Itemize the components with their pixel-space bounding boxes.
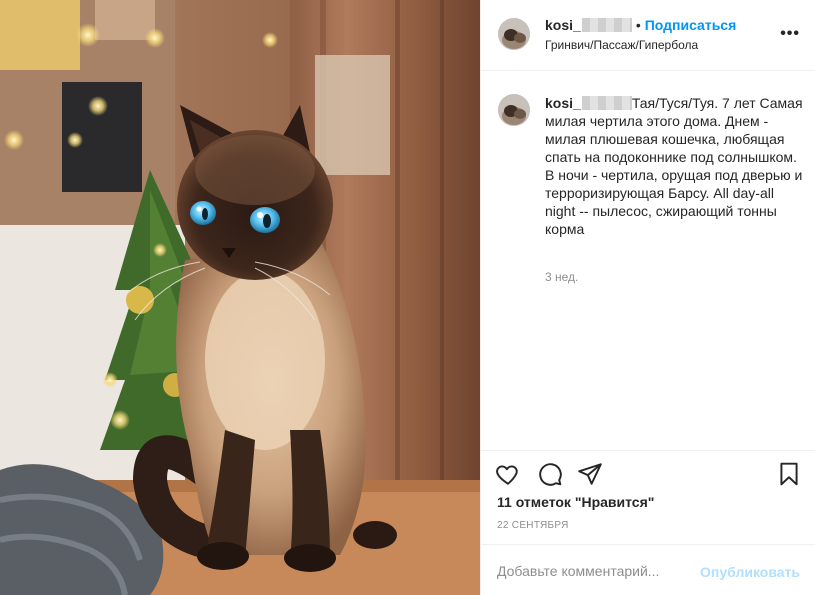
- post-actions-bar: [481, 450, 815, 494]
- likes-count[interactable]: 11 отметок "Нравится": [497, 494, 654, 510]
- post-date[interactable]: 22 сентября: [497, 520, 569, 531]
- add-comment-form: Опубликовать: [481, 544, 815, 595]
- follow-button[interactable]: Подписаться: [645, 17, 737, 33]
- author-avatar[interactable]: [498, 18, 530, 50]
- caption-author-avatar[interactable]: [498, 94, 530, 126]
- comment-icon[interactable]: [537, 461, 563, 487]
- post-side-panel: kosi_ • Подписаться Гринвич/Пассаж/Гипер…: [480, 0, 815, 595]
- caption-time[interactable]: 3 нед.: [545, 270, 578, 284]
- siamese-cat-photo: [0, 0, 480, 595]
- author-username[interactable]: kosi_: [545, 17, 581, 33]
- post-location[interactable]: Гринвич/Пассаж/Гипербола: [545, 38, 698, 52]
- cat-avatar-icon: [498, 18, 530, 50]
- more-horizontal-icon[interactable]: •••: [780, 26, 800, 42]
- caption-text: Тая/Туся/Туя. 7 лет Самая милая чертила …: [545, 95, 803, 237]
- redacted-username-part: [581, 96, 632, 110]
- redacted-username-part: [581, 18, 632, 32]
- publish-button[interactable]: Опубликовать: [700, 564, 800, 580]
- post-header: kosi_ • Подписаться Гринвич/Пассаж/Гипер…: [481, 0, 815, 71]
- post-photo[interactable]: [0, 0, 480, 595]
- cat-avatar-icon: [498, 94, 530, 126]
- caption-author-username[interactable]: kosi_: [545, 95, 581, 111]
- bookmark-icon[interactable]: [776, 461, 802, 487]
- separator-dot: •: [635, 17, 641, 33]
- paper-plane-icon[interactable]: [577, 461, 603, 487]
- heart-icon[interactable]: [495, 461, 521, 487]
- caption-body: kosi_ Тая/Туся/Туя. 7 лет Самая милая чер…: [545, 94, 807, 238]
- comment-input[interactable]: [497, 561, 687, 581]
- author-line: kosi_ • Подписаться: [545, 16, 736, 34]
